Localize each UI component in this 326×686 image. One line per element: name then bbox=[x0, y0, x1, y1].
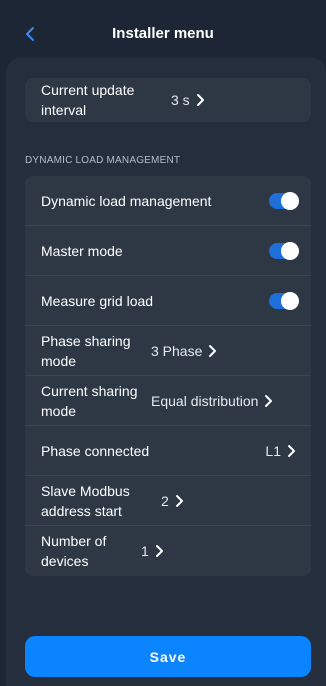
current-sharing-mode-row[interactable]: Current sharing mode Equal distribution bbox=[25, 376, 311, 426]
chevron-right-icon bbox=[287, 444, 297, 458]
chevron-right-icon bbox=[264, 394, 274, 408]
row-value: Equal distribution bbox=[151, 393, 259, 409]
section-title: DYNAMIC LOAD MANAGEMENT bbox=[25, 155, 181, 166]
chevron-right-icon bbox=[196, 93, 206, 107]
dlm-card: Dynamic load management Master mode Meas… bbox=[25, 176, 311, 576]
chevron-right-icon bbox=[175, 494, 185, 508]
row-label: Dynamic load management bbox=[41, 193, 212, 209]
number-of-devices-row[interactable]: Number of devices 1 bbox=[25, 526, 311, 576]
chevron-right-icon bbox=[208, 344, 218, 358]
row-value: 3 Phase bbox=[151, 343, 203, 359]
row-value: L1 bbox=[265, 443, 281, 459]
phase-sharing-mode-row[interactable]: Phase sharing mode 3 Phase bbox=[25, 326, 311, 376]
row-label: Slave Modbus address start bbox=[41, 483, 130, 519]
update-card: Current update interval 3 s bbox=[25, 78, 311, 122]
master-mode-toggle[interactable] bbox=[269, 242, 299, 260]
row-label: Number of devices bbox=[41, 533, 107, 569]
row-value: 2 bbox=[161, 493, 169, 509]
save-button[interactable]: Save bbox=[25, 636, 311, 677]
toggle-knob bbox=[281, 292, 299, 310]
row-label: Master mode bbox=[41, 243, 123, 259]
slave-modbus-address-row[interactable]: Slave Modbus address start 2 bbox=[25, 476, 311, 526]
master-mode-row: Master mode bbox=[25, 226, 311, 276]
row-label: Phase connected bbox=[41, 443, 150, 459]
update-interval-row[interactable]: Current update interval 3 s bbox=[25, 78, 311, 122]
measure-grid-load-row: Measure grid load bbox=[25, 276, 311, 326]
chevron-right-icon bbox=[155, 544, 165, 558]
toggle-knob bbox=[281, 192, 299, 210]
row-value: 1 bbox=[141, 543, 149, 559]
header-bar: Installer menu bbox=[0, 0, 326, 62]
row-label: Current sharing mode bbox=[41, 383, 138, 419]
toggle-knob bbox=[281, 242, 299, 260]
row-label: Current update interval bbox=[41, 82, 135, 118]
page-title: Installer menu bbox=[112, 25, 214, 42]
dynamic-load-management-row: Dynamic load management bbox=[25, 176, 311, 226]
row-value: 3 s bbox=[171, 92, 190, 108]
row-label: Phase sharing mode bbox=[41, 333, 131, 369]
dynamic-load-management-toggle[interactable] bbox=[269, 192, 299, 210]
row-label: Measure grid load bbox=[41, 293, 154, 309]
phase-connected-row[interactable]: Phase connected L1 bbox=[25, 426, 311, 476]
measure-grid-load-toggle[interactable] bbox=[269, 292, 299, 310]
